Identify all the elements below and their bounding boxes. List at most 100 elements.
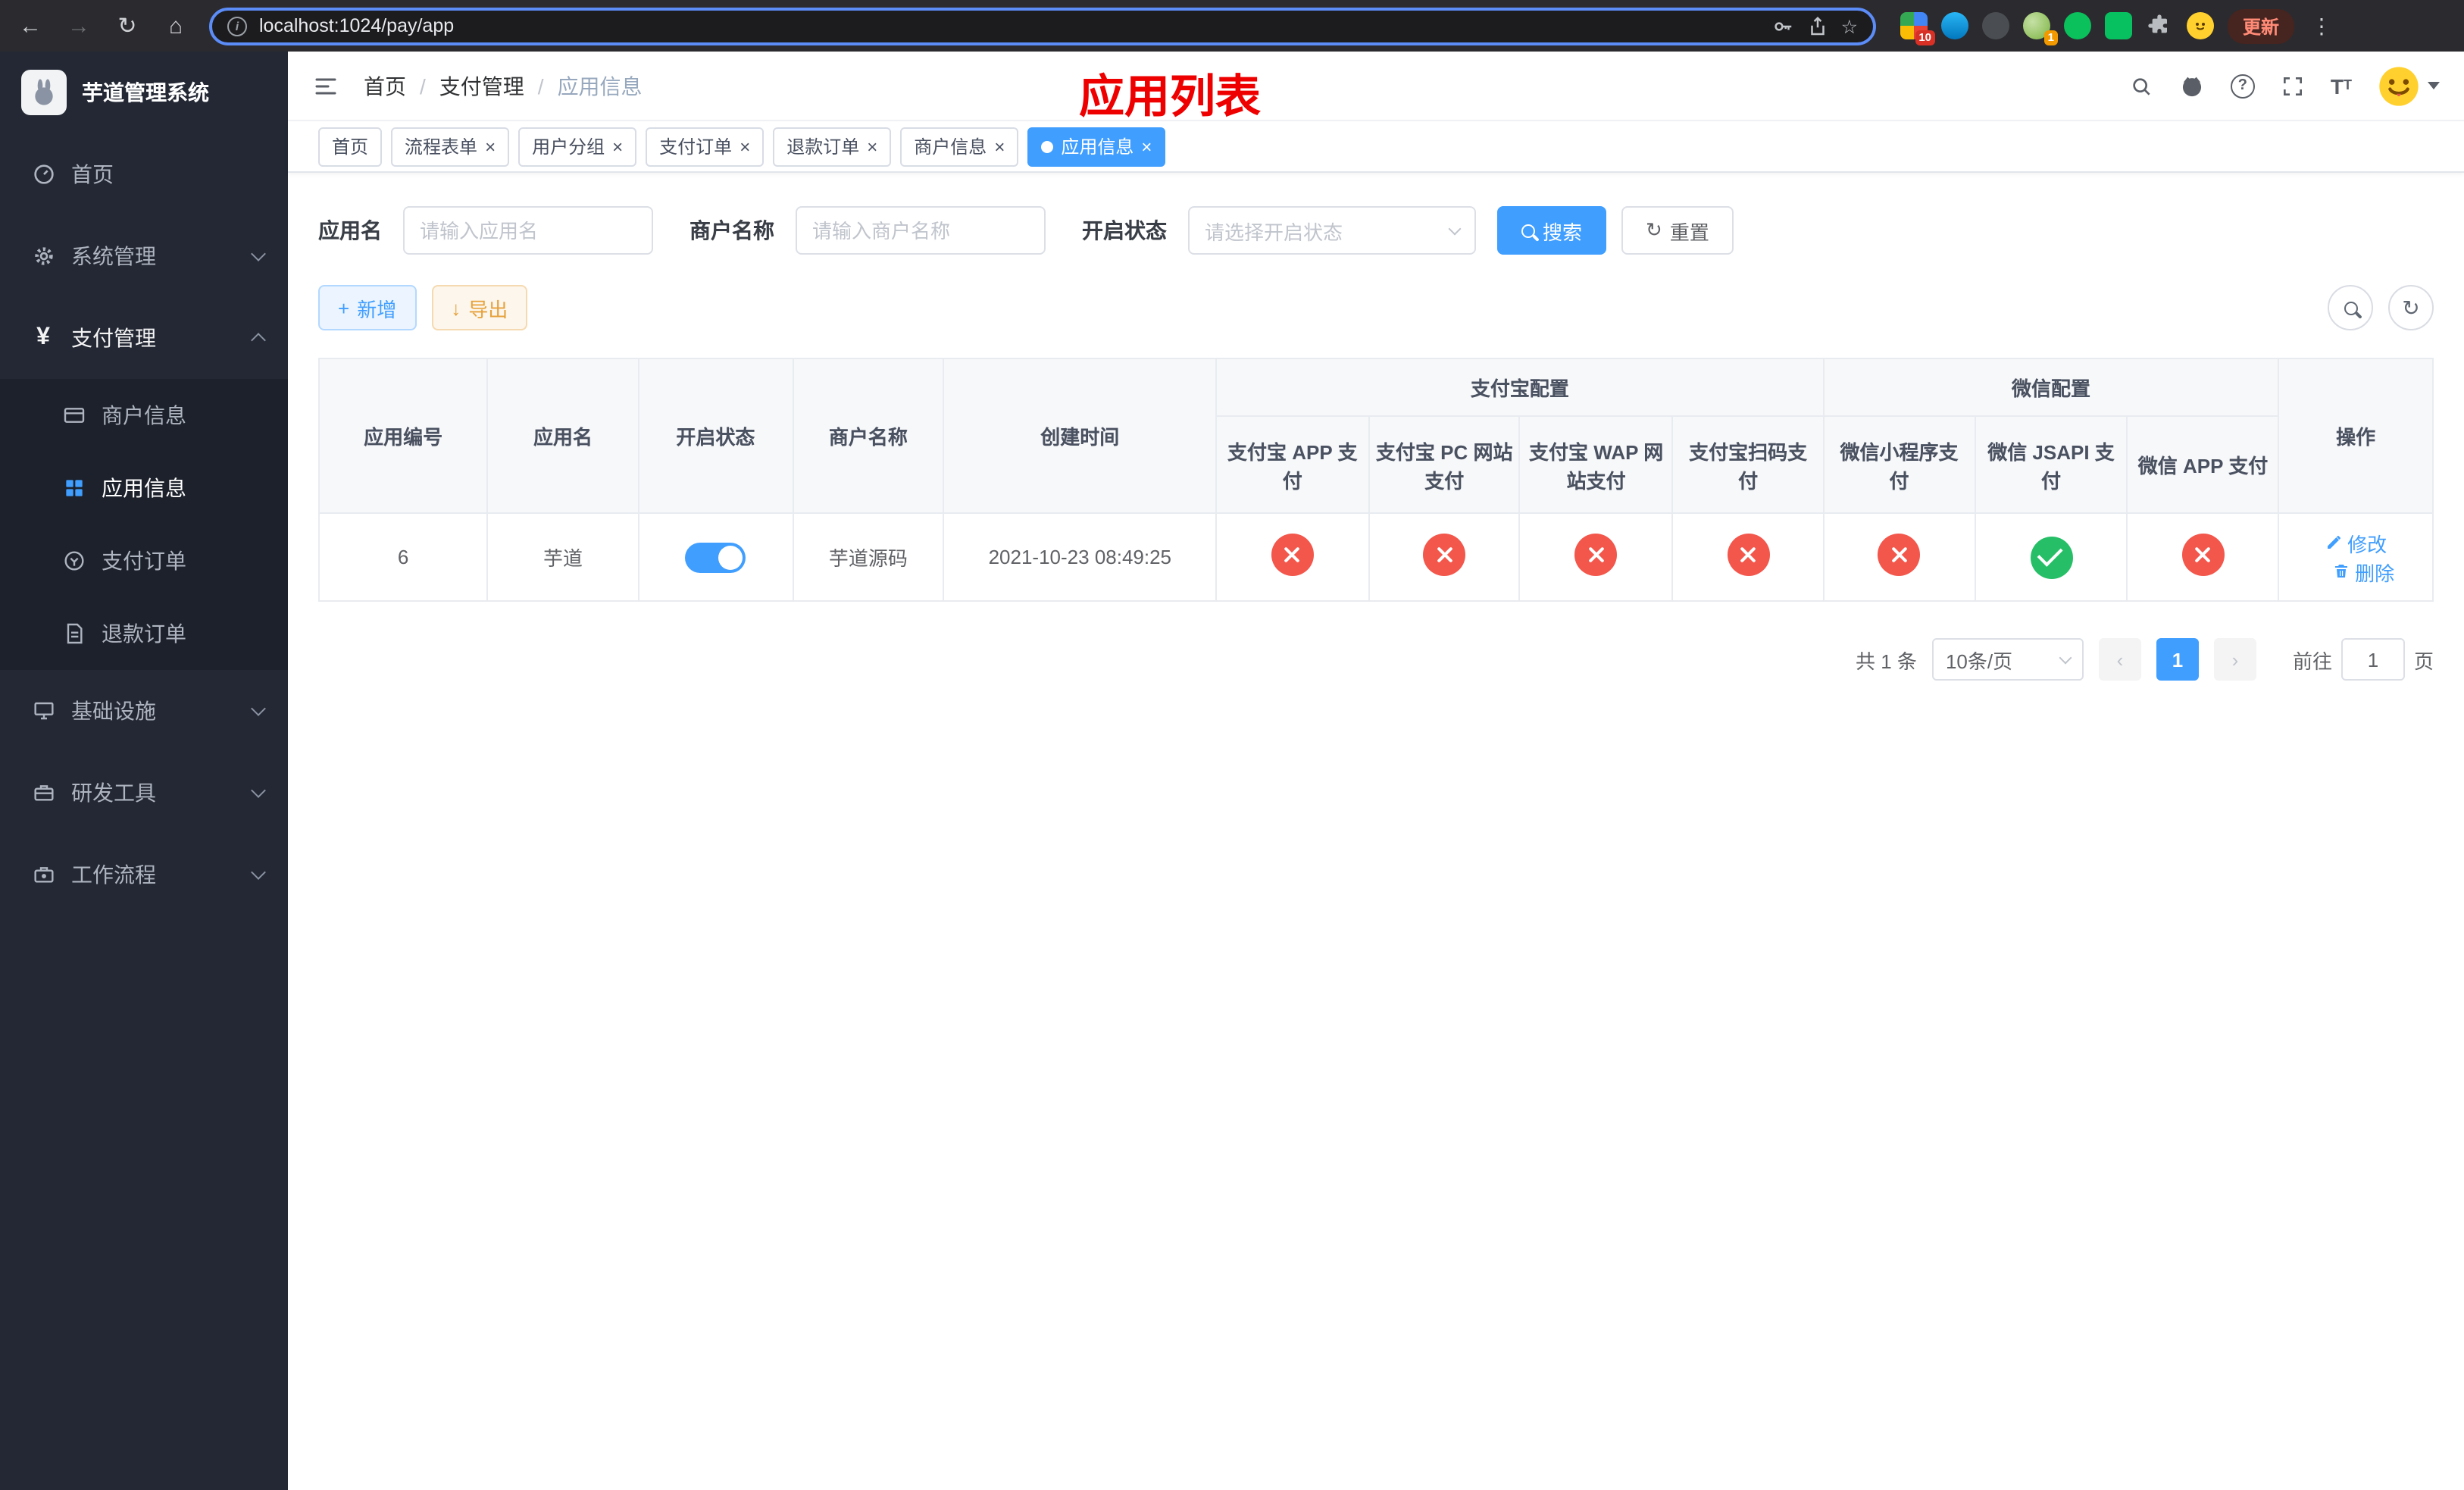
pay-order-icon	[61, 549, 86, 573]
toolbox-icon	[30, 781, 56, 805]
chat-extension-icon[interactable]	[2105, 12, 2132, 39]
sidebar-item-merchant-info[interactable]: 商户信息	[0, 379, 288, 452]
avatar-extension-icon[interactable]: 1	[2023, 12, 2058, 45]
user-avatar[interactable]	[2378, 64, 2440, 107]
sidebar-item-pay-order[interactable]: 支付订单	[0, 524, 288, 597]
next-page-button[interactable]: ›	[2213, 638, 2256, 681]
browser-menu-icon[interactable]: ⋮	[2308, 13, 2335, 39]
tab-home[interactable]: 首页	[318, 127, 383, 166]
status-select[interactable]: 请选择开启状态	[1188, 206, 1476, 255]
col-header-alipay-pc: 支付宝 PC 网站支付	[1368, 415, 1521, 514]
tab-refund-order[interactable]: 退款订单 ×	[773, 127, 892, 166]
app-logo[interactable]: 芋道管理系统	[0, 52, 288, 133]
search-button[interactable]: 搜索	[1497, 206, 1607, 255]
tab-merchant-info[interactable]: 商户信息 ×	[900, 127, 1019, 166]
grid-icon	[61, 476, 86, 500]
sidebar-item-label: 退款订单	[102, 621, 186, 646]
pagination: 共 1 条 10条/页 ‹ 1 › 前往 页	[318, 638, 2434, 681]
prev-page-button[interactable]: ‹	[2098, 638, 2141, 681]
cell-merchant: 芋道源码	[792, 512, 945, 602]
merchant-name-input[interactable]	[796, 206, 1046, 255]
sidebar-item-payment[interactable]: ¥ 支付管理	[0, 297, 288, 379]
toggle-search-button[interactable]	[2328, 285, 2373, 330]
status-toggle[interactable]	[685, 542, 746, 572]
sidebar-item-app-info[interactable]: 应用信息	[0, 452, 288, 524]
cell-alipay-wap	[1518, 512, 1674, 602]
address-bar[interactable]: i localhost:1024/pay/app ☆	[209, 7, 1876, 45]
payment-submenu: 商户信息 应用信息 支付订单 退款订单	[0, 379, 288, 670]
close-icon[interactable]: ×	[612, 137, 623, 155]
trash-icon	[2335, 565, 2348, 578]
yen-icon: ¥	[36, 324, 50, 350]
url-text[interactable]: localhost:1024/pay/app	[259, 15, 1759, 36]
export-button[interactable]: ↓ 导出	[431, 285, 528, 330]
page-button-1[interactable]: 1	[2156, 638, 2199, 681]
sidebar-item-system[interactable]: 系统管理	[0, 215, 288, 297]
delete-link[interactable]: 删除	[2332, 557, 2394, 586]
breadcrumb-item-payment[interactable]: 支付管理	[439, 70, 524, 101]
col-header-wechat-app: 微信 APP 支付	[2126, 415, 2280, 514]
close-icon[interactable]: ×	[1141, 137, 1152, 155]
cell-wechat-jsapi	[1974, 512, 2128, 602]
chevron-up-icon	[251, 333, 266, 348]
sidebar-item-refund-order[interactable]: 退款订单	[0, 597, 288, 670]
close-icon[interactable]: ×	[994, 137, 1005, 155]
filter-form: 应用名 商户名称 开启状态 请选择开启状态 搜索 ↻ 重置	[318, 206, 2434, 255]
face-extension-icon[interactable]	[2187, 12, 2214, 39]
github-icon[interactable]	[2179, 73, 2205, 99]
dashboard-icon	[30, 162, 56, 186]
goto-prefix: 前往	[2292, 650, 2332, 672]
screen: ← → ↻ ⌂ i localhost:1024/pay/app ☆ 10 1	[0, 0, 2464, 1490]
fullscreen-icon[interactable]	[2281, 74, 2305, 98]
refresh-table-button[interactable]: ↻	[2388, 285, 2434, 330]
search-icon[interactable]	[2129, 74, 2153, 98]
plus-icon: +	[338, 296, 350, 319]
tab-user-group[interactable]: 用户分组 ×	[518, 127, 637, 166]
sidebar-item-home[interactable]: 首页	[0, 133, 288, 215]
toolbar-right: ↻	[2328, 285, 2434, 330]
reset-button[interactable]: ↻ 重置	[1621, 206, 1734, 255]
close-icon[interactable]: ×	[485, 137, 496, 155]
col-header-alipay-qr: 支付宝扫码支付	[1671, 415, 1825, 514]
bookmark-star-icon[interactable]: ☆	[1841, 14, 1858, 37]
app-table: 应用编号 应用名 开启状态 商户名称 创建时间 支付宝配置 微信配置 操作 支付…	[317, 358, 2434, 602]
apps-extension-icon[interactable]: 10	[1900, 12, 1935, 45]
col-header-status: 开启状态	[637, 358, 794, 514]
download-icon: ↓	[451, 296, 461, 319]
sidebar-item-dev-tools[interactable]: 研发工具	[0, 752, 288, 834]
back-icon[interactable]: ←	[15, 13, 45, 39]
edit-link[interactable]: 修改	[2325, 528, 2387, 557]
tab-process-form[interactable]: 流程表单 ×	[391, 127, 510, 166]
browser-update-button[interactable]: 更新	[2228, 8, 2295, 43]
font-size-icon[interactable]: TT	[2331, 75, 2352, 96]
tabs-bar: 首页 流程表单 × 用户分组 × 支付订单 × 退款订单 × 商户信息 × 应用信息 ×	[288, 121, 2464, 173]
page-size-select[interactable]: 10条/页	[1931, 638, 2084, 681]
sidebar-item-workflow[interactable]: 工作流程	[0, 834, 288, 916]
green-circle-extension-icon[interactable]	[2064, 12, 2091, 39]
home-icon[interactable]: ⌂	[161, 13, 191, 39]
reload-icon[interactable]: ↻	[112, 12, 142, 39]
share-icon[interactable]	[1806, 14, 1829, 37]
help-icon[interactable]: ?	[2230, 74, 2255, 98]
app-name-input[interactable]	[403, 206, 653, 255]
sidebar-collapse-icon[interactable]	[312, 72, 339, 99]
tab-pay-order[interactable]: 支付订单 ×	[646, 127, 765, 166]
site-info-icon[interactable]: i	[227, 16, 247, 36]
sidebar-item-infrastructure[interactable]: 基础设施	[0, 670, 288, 752]
close-icon[interactable]: ×	[740, 137, 750, 155]
close-icon[interactable]: ×	[867, 137, 877, 155]
password-key-icon[interactable]	[1771, 14, 1794, 37]
col-header-alipay-wap: 支付宝 WAP 网站支付	[1518, 415, 1674, 514]
chevron-down-icon	[251, 246, 266, 261]
drop-extension-icon[interactable]	[1941, 12, 1968, 39]
dark-extension-icon[interactable]	[1982, 12, 2009, 39]
breadcrumb-item-home[interactable]: 首页	[364, 70, 406, 101]
tab-app-info[interactable]: 应用信息 ×	[1027, 127, 1166, 166]
add-button[interactable]: + 新增	[318, 285, 417, 330]
forward-icon[interactable]: →	[64, 13, 94, 39]
col-header-app-id: 应用编号	[317, 358, 489, 514]
puzzle-extensions-icon[interactable]	[2146, 12, 2173, 39]
browser-extensions: 10 1 更新 ⋮	[1900, 8, 2335, 45]
cell-alipay-pc	[1368, 512, 1521, 602]
goto-page-input[interactable]	[2340, 638, 2405, 681]
